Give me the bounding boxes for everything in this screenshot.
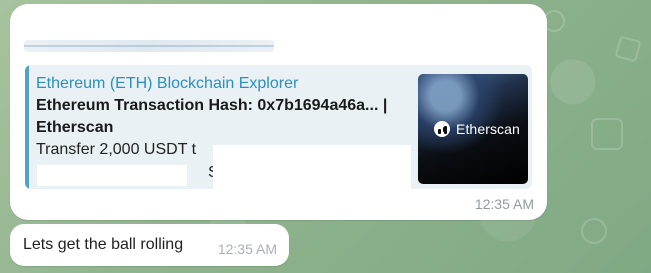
redaction-block [37,165,187,186]
background-doodle [591,118,623,150]
preview-site-name[interactable]: Ethereum (ETH) Blockchain Explorer [36,74,298,94]
background-doodle [581,218,607,244]
etherscan-logo-text: Etherscan [456,121,520,137]
preview-accent-bar [25,65,29,189]
obscured-link-text[interactable] [24,40,274,52]
message-bubble-link-preview[interactable]: Ethereum (ETH) Blockchain Explorer Ether… [10,4,547,220]
message-bubble-text[interactable]: Lets get the ball rolling 12:35 AM [10,224,289,266]
message-text: Lets get the ball rolling [23,236,184,253]
link-preview-card[interactable]: Ethereum (ETH) Blockchain Explorer Ether… [25,65,532,189]
preview-description: Transfer 2,000 USDT t [36,141,197,158]
etherscan-logo: Etherscan [434,121,520,137]
preview-thumbnail[interactable]: Etherscan [418,74,528,184]
preview-title[interactable]: Ethereum Transaction Hash: 0x7b1694a46a.… [36,95,396,139]
redaction-block [213,145,411,189]
etherscan-logo-icon [434,121,450,137]
message-timestamp: 12:35 AM [217,241,277,257]
message-timestamp: 12:35 AM [474,196,534,212]
